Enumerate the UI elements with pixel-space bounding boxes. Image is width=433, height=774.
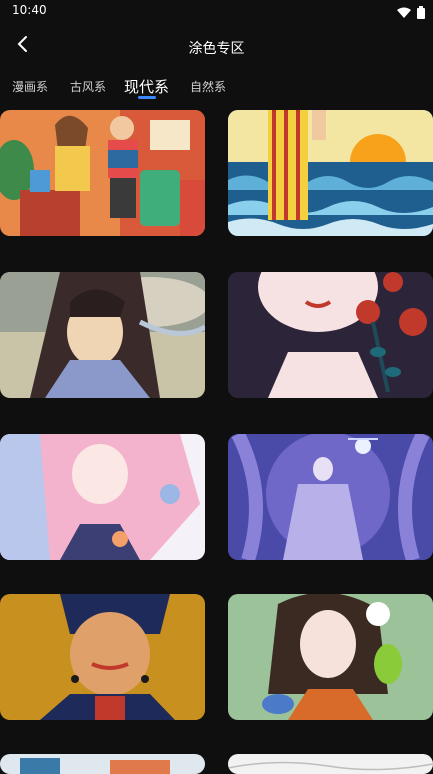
status-icons [397, 4, 425, 23]
wifi-icon [397, 4, 411, 23]
artwork-card-fantasy-woman[interactable] [228, 434, 433, 560]
page-title: 涂色专区 [188, 41, 245, 57]
artwork-card-ancient-man[interactable] [0, 272, 205, 398]
artwork-card-pink-hair[interactable] [0, 434, 205, 560]
artwork-card-partial-right[interactable] [228, 754, 433, 774]
tab-ancient[interactable]: 古风系 [70, 78, 106, 95]
status-time: 10:40 [12, 3, 47, 17]
artwork-card-girl-with-parrot[interactable] [228, 594, 433, 720]
tab-manga[interactable]: 漫画系 [12, 78, 48, 95]
artwork-card-woman-blue-headscarf[interactable] [0, 594, 205, 720]
category-tabs: 漫画系 古风系 现代系 自然系 [0, 74, 433, 102]
tab-nature[interactable]: 自然系 [190, 78, 226, 95]
artwork-card-girls-with-luggage[interactable] [0, 110, 205, 236]
battery-icon [417, 4, 425, 23]
artwork-card-girl-at-sea[interactable] [228, 110, 433, 236]
artwork-card-woman-with-roses[interactable] [228, 272, 433, 398]
status-bar: 10:40 [0, 0, 433, 22]
artwork-card-partial-left[interactable] [0, 754, 205, 774]
tab-indicator [138, 96, 156, 99]
tab-modern[interactable]: 现代系 [124, 76, 169, 97]
app-bar: 涂色专区 [0, 26, 433, 66]
